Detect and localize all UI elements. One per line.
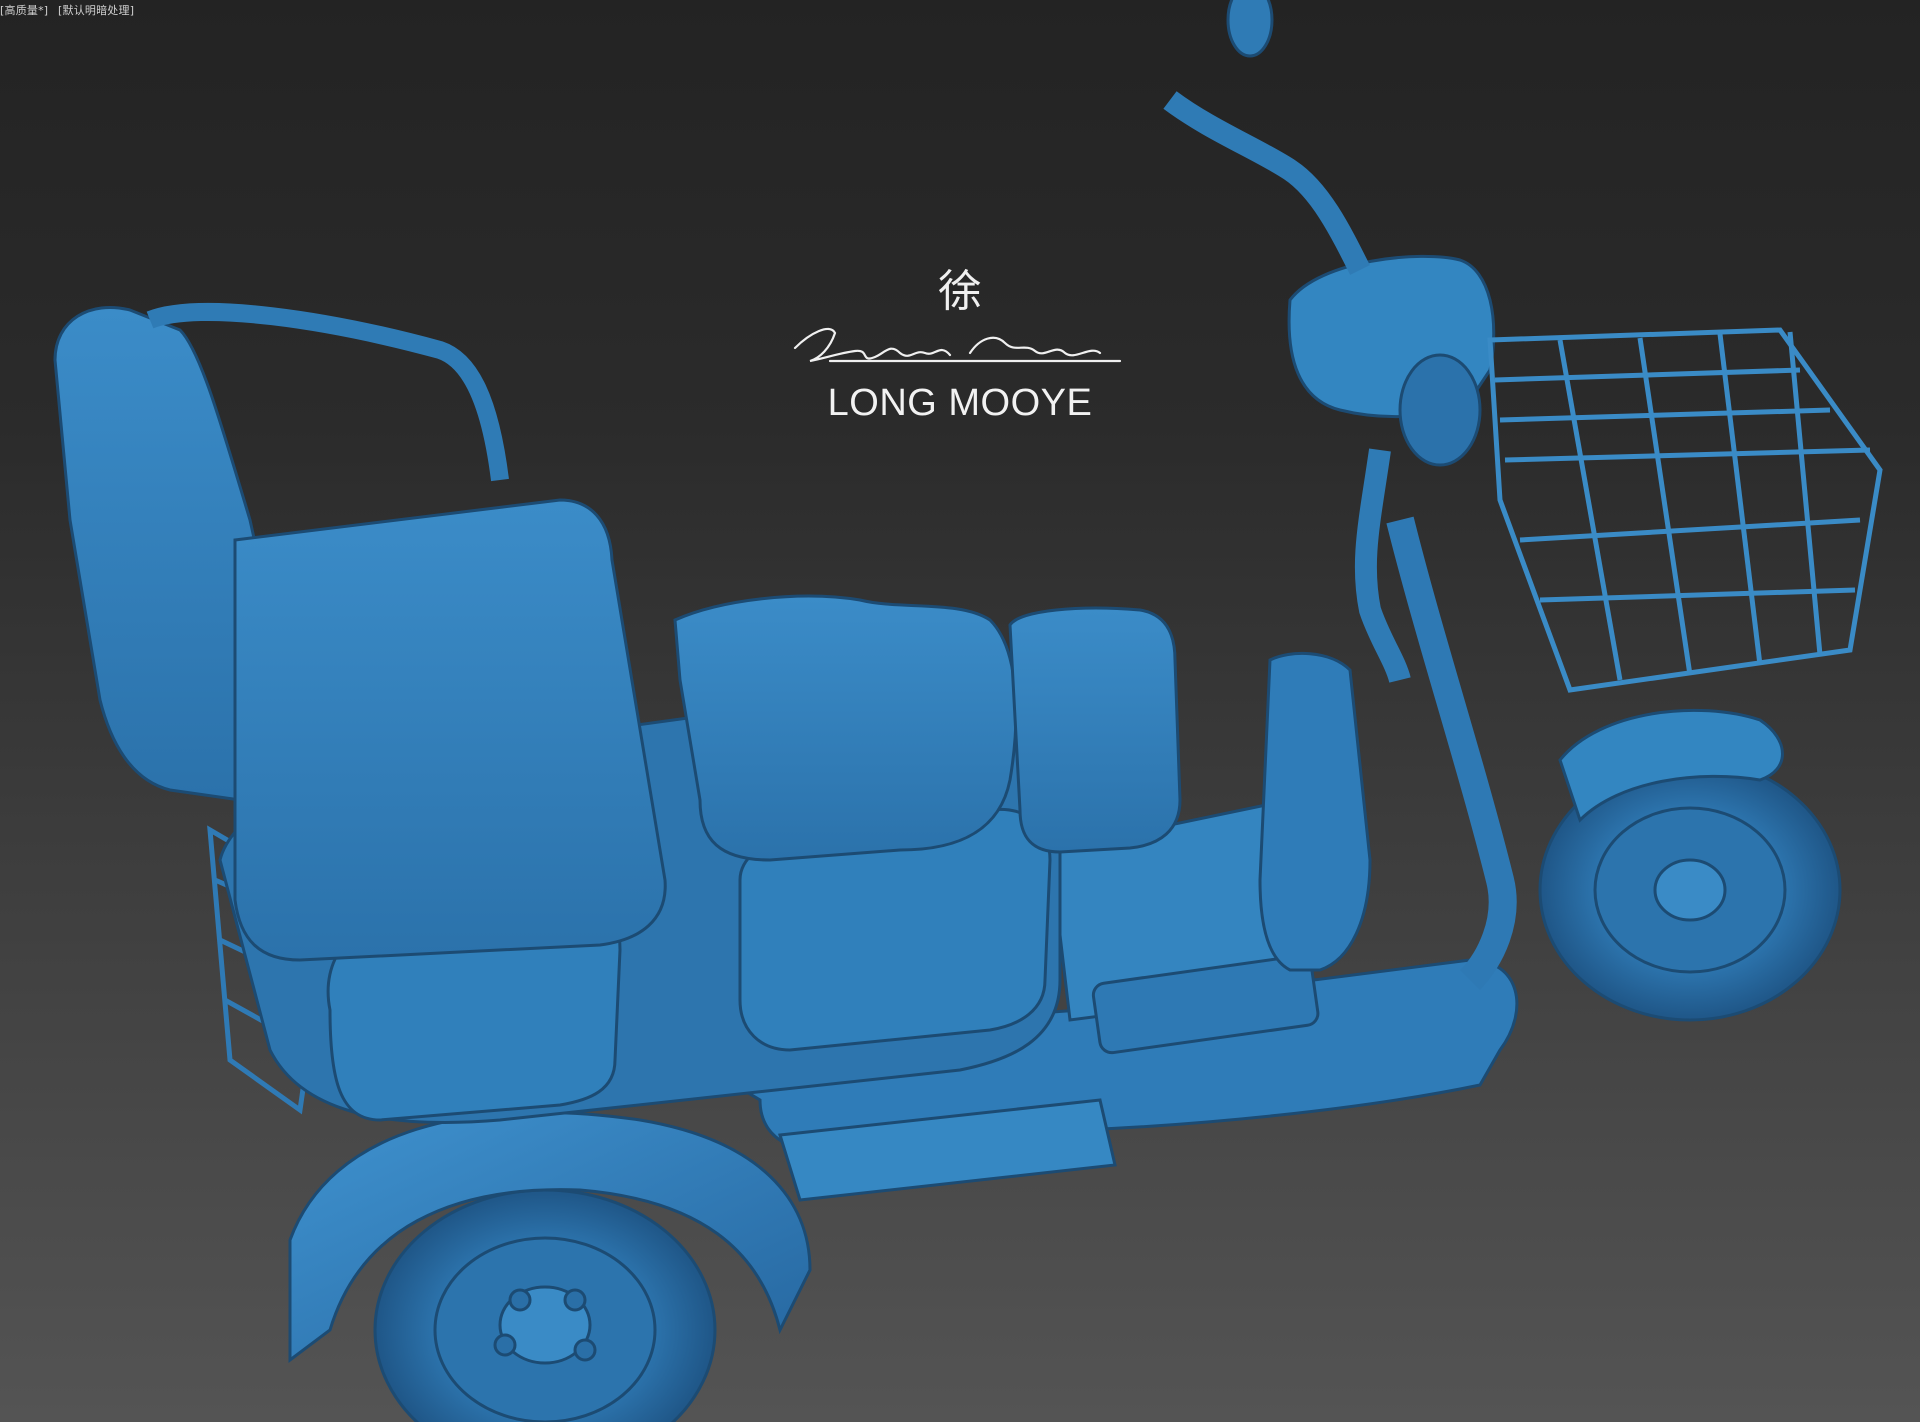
handlebar	[1163, 91, 1370, 275]
rider-seat	[673, 594, 1018, 862]
author-watermark: 徐 LONG MOOYE	[780, 255, 1140, 435]
signature-graphic	[793, 327, 1122, 363]
watermark-character: 徐	[938, 266, 982, 317]
mirror	[1226, 0, 1274, 58]
watermark-name: LONG MOOYE	[827, 382, 1093, 424]
front-fork	[1386, 516, 1517, 990]
steering-column	[1258, 651, 1372, 972]
pillion-seat	[1008, 606, 1182, 854]
front-basket	[1487, 327, 1883, 693]
rear-seat-cushion	[233, 498, 667, 962]
handlebar-right	[1354, 448, 1411, 684]
tricycle-model[interactable]	[53, 0, 1883, 1422]
speedometer	[1398, 353, 1482, 467]
rear-wheel	[373, 1188, 717, 1422]
viewport-3d-scene[interactable]	[0, 0, 1920, 1422]
